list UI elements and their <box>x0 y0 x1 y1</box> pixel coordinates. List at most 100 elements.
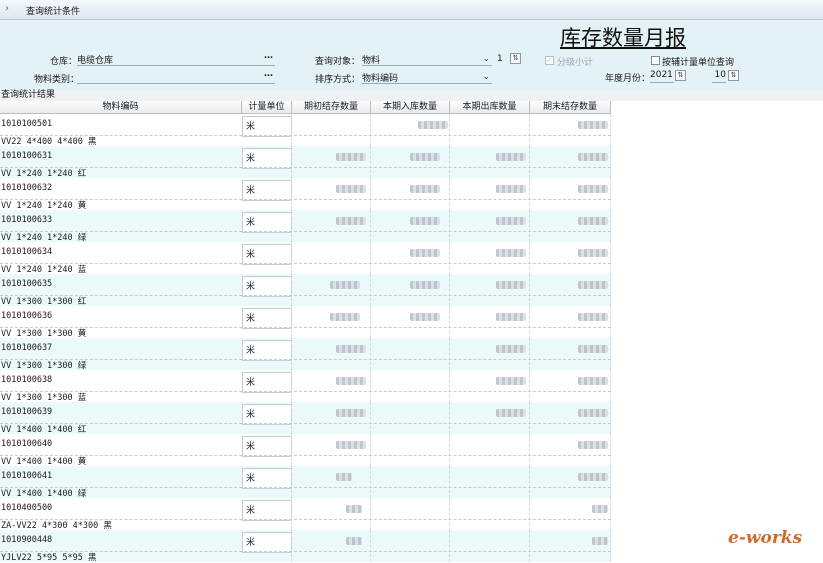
table-row[interactable]: 1010100632 米 VV 1*240 1*240 黄 <box>0 178 611 211</box>
column-divider <box>291 146 292 178</box>
table-row[interactable]: 1010100633 米 VV 1*240 1*240 绿 <box>0 210 611 243</box>
redacted-quantity <box>330 313 360 321</box>
col-header-material-code[interactable]: 物料编码 <box>0 101 242 113</box>
column-divider <box>610 274 611 306</box>
column-divider <box>449 370 450 402</box>
table-row[interactable]: 1010400500 米 ZA-VV22 4*300 4*300 黑 <box>0 498 611 531</box>
chevron-down-icon[interactable]: ⌄ <box>483 54 490 63</box>
unit-cell[interactable]: 米 <box>242 340 292 361</box>
column-divider <box>449 306 450 338</box>
col-header-closing-qty[interactable]: 期末结存数量 <box>530 101 611 113</box>
table-row[interactable]: 1010100631 米 VV 1*240 1*240 红 <box>0 146 611 179</box>
unit-cell[interactable]: 米 <box>242 532 292 553</box>
aux-unit-checkbox[interactable] <box>651 56 660 65</box>
redacted-quantity <box>496 153 526 161</box>
table-row[interactable]: 1010100639 米 VV 1*400 1*400 红 <box>0 402 611 435</box>
col-header-opening-qty[interactable]: 期初结存数量 <box>292 101 371 113</box>
unit-cell[interactable]: 米 <box>242 212 292 233</box>
table-row[interactable]: 1010100640 米 VV 1*400 1*400 黄 <box>0 434 611 467</box>
table-row[interactable]: 1010900448 米 YJLV22 5*95 5*95 黑 <box>0 530 611 563</box>
unit-cell[interactable]: 米 <box>242 244 292 265</box>
redacted-quantity <box>592 537 608 545</box>
column-divider <box>610 434 611 466</box>
unit-value: 米 <box>246 218 256 228</box>
warehouse-browse-button[interactable]: … <box>264 51 274 61</box>
year-spinner[interactable]: ⇅ <box>675 70 686 81</box>
unit-cell[interactable]: 米 <box>242 468 292 489</box>
unit-cell[interactable]: 米 <box>242 180 292 201</box>
redacted-quantity <box>410 185 440 193</box>
chevron-down-icon[interactable]: ⌄ <box>483 72 490 81</box>
material-code-cell: 1010900448 <box>1 535 53 545</box>
column-divider <box>370 306 371 338</box>
redacted-quantity <box>336 409 366 417</box>
unit-cell[interactable]: 米 <box>242 404 292 425</box>
subtotal-checkbox[interactable]: ✓ <box>545 56 554 65</box>
column-divider <box>449 274 450 306</box>
column-divider <box>370 274 371 306</box>
query-object-value: 物料 <box>362 56 381 66</box>
warehouse-field[interactable]: 电缆仓库 <box>77 53 275 66</box>
column-divider <box>291 434 292 466</box>
unit-cell[interactable]: 米 <box>242 276 292 297</box>
material-category-field[interactable] <box>77 71 275 84</box>
unit-value: 米 <box>246 122 256 132</box>
watermark-logo: e-works <box>728 528 803 548</box>
chevron-right-icon[interactable]: › <box>5 3 9 14</box>
month-field[interactable]: 10 <box>712 70 726 83</box>
unit-value: 米 <box>246 378 256 388</box>
column-divider <box>529 306 530 338</box>
unit-cell[interactable]: 米 <box>242 372 292 393</box>
level-spinner[interactable]: ⇅ <box>510 53 521 64</box>
column-divider <box>291 210 292 242</box>
redacted-quantity <box>578 217 608 225</box>
column-divider <box>529 370 530 402</box>
table-row[interactable]: 1010100641 米 VV 1*400 1*400 绿 <box>0 466 611 499</box>
column-divider <box>529 466 530 498</box>
table-row[interactable]: 1010100634 米 VV 1*240 1*240 蓝 <box>0 242 611 275</box>
unit-cell[interactable]: 米 <box>242 436 292 457</box>
column-divider <box>610 498 611 530</box>
table-row[interactable]: 1010100637 米 VV 1*300 1*300 绿 <box>0 338 611 371</box>
redacted-quantity <box>496 377 526 385</box>
unit-value: 米 <box>246 154 256 164</box>
unit-cell[interactable]: 米 <box>242 500 292 521</box>
sort-label: 排序方式： <box>315 75 361 85</box>
column-divider <box>370 466 371 498</box>
table-row[interactable]: 1010100635 米 VV 1*300 1*300 红 <box>0 274 611 307</box>
unit-cell[interactable]: 米 <box>242 308 292 329</box>
query-object-level: 1 <box>497 54 503 64</box>
redacted-quantity <box>330 281 360 289</box>
column-divider <box>291 370 292 402</box>
material-code-cell: 1010100639 <box>1 407 53 417</box>
table-row[interactable]: 1010100638 米 VV 1*300 1*300 蓝 <box>0 370 611 403</box>
sort-value: 物料编码 <box>362 74 399 84</box>
row-separator <box>0 487 611 488</box>
year-field[interactable]: 2021 <box>650 70 674 83</box>
report-title: 库存数量月报 <box>560 26 686 50</box>
unit-cell[interactable]: 米 <box>242 116 292 137</box>
sort-select[interactable]: 物料编码 <box>362 71 492 84</box>
col-header-inbound-qty[interactable]: 本期入库数量 <box>371 101 450 113</box>
month-value: 10 <box>714 70 726 80</box>
month-spinner[interactable]: ⇅ <box>728 70 739 81</box>
redacted-quantity <box>410 153 440 161</box>
redacted-quantity <box>578 441 608 449</box>
column-divider <box>610 146 611 178</box>
warehouse-value: 电缆仓库 <box>77 56 114 66</box>
unit-cell[interactable]: 米 <box>242 148 292 169</box>
column-divider <box>449 434 450 466</box>
column-divider <box>291 274 292 306</box>
table-row[interactable]: 1010100636 米 VV 1*300 1*300 黄 <box>0 306 611 339</box>
unit-value: 米 <box>246 314 256 324</box>
material-spec-cell: YJLV22 5*95 5*95 黑 <box>1 553 97 563</box>
column-divider <box>370 498 371 530</box>
redacted-quantity <box>496 409 526 417</box>
column-divider <box>291 114 292 146</box>
query-object-select[interactable]: 物料 <box>362 53 492 66</box>
col-header-outbound-qty[interactable]: 本期出库数量 <box>450 101 530 113</box>
material-category-browse-button[interactable]: … <box>264 69 274 79</box>
col-header-unit[interactable]: 计量单位 <box>242 101 292 113</box>
table-row[interactable]: 1010100501 米 VV22 4*400 4*400 黑 <box>0 114 611 147</box>
column-divider <box>529 242 530 274</box>
